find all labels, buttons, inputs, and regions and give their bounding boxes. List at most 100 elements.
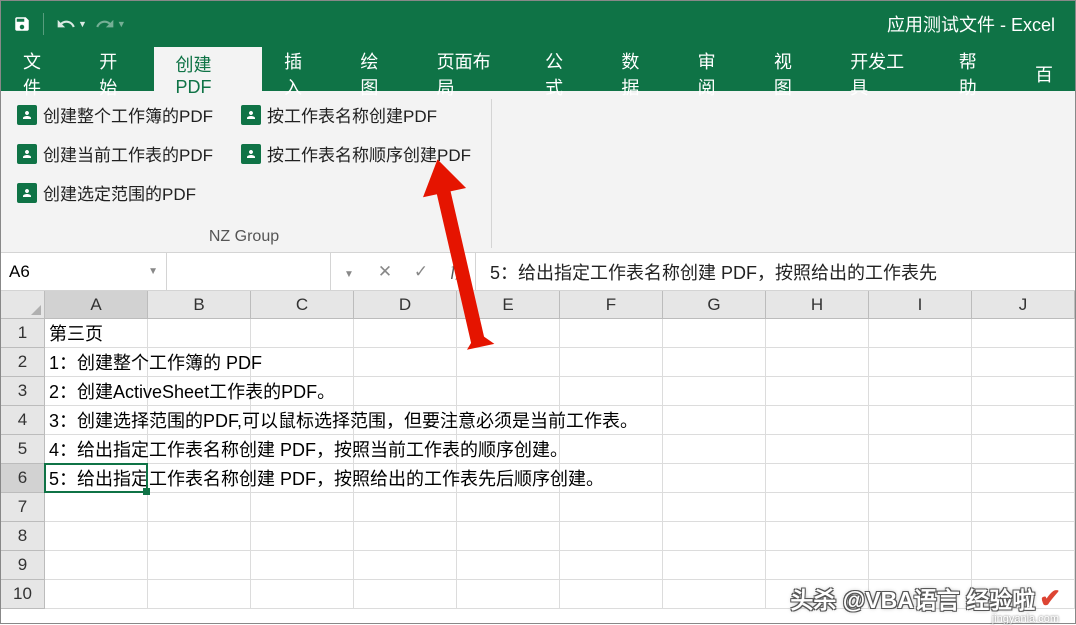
- cell[interactable]: [663, 464, 766, 492]
- col-header-D[interactable]: D: [354, 291, 457, 318]
- cell[interactable]: [663, 493, 766, 521]
- cell[interactable]: [766, 319, 869, 347]
- col-header-I[interactable]: I: [869, 291, 972, 318]
- cell[interactable]: [663, 580, 766, 608]
- col-header-F[interactable]: F: [560, 291, 663, 318]
- formula-enter[interactable]: ✓: [403, 262, 439, 282]
- cell[interactable]: [972, 406, 1075, 434]
- cell[interactable]: [457, 319, 560, 347]
- cell[interactable]: [354, 522, 457, 550]
- cell[interactable]: [663, 406, 766, 434]
- cell[interactable]: [560, 319, 663, 347]
- tab-review[interactable]: 审阅: [676, 47, 752, 91]
- cell[interactable]: [148, 580, 251, 608]
- cell[interactable]: [972, 348, 1075, 376]
- cell-A1[interactable]: 第三页: [45, 319, 148, 347]
- col-header-C[interactable]: C: [251, 291, 354, 318]
- col-header-A[interactable]: A: [45, 291, 148, 318]
- tab-formulas[interactable]: 公式: [523, 47, 599, 91]
- cell[interactable]: [869, 406, 972, 434]
- cell[interactable]: [45, 551, 148, 579]
- cell[interactable]: [766, 406, 869, 434]
- cell[interactable]: [251, 493, 354, 521]
- cell[interactable]: [251, 319, 354, 347]
- cell[interactable]: [457, 551, 560, 579]
- btn-create-by-sheetname-order-pdf[interactable]: 按工作表名称顺序创建PDF: [239, 138, 473, 169]
- btn-create-workbook-pdf[interactable]: 创建整个工作簿的PDF: [15, 99, 215, 130]
- fx-button[interactable]: fx: [439, 259, 475, 284]
- cell-A6[interactable]: 5：给出指定工作表名称创建 PDF，按照给出的工作表先后顺序创建。: [45, 464, 148, 492]
- btn-create-selection-pdf[interactable]: 创建选定范围的PDF: [15, 177, 198, 208]
- formula-dropdown[interactable]: ▼: [331, 262, 367, 282]
- cell[interactable]: [560, 377, 663, 405]
- cell[interactable]: [766, 377, 869, 405]
- cell[interactable]: [663, 435, 766, 463]
- cell[interactable]: [148, 522, 251, 550]
- tab-bai[interactable]: 百: [1013, 47, 1075, 91]
- cell[interactable]: [457, 522, 560, 550]
- cell[interactable]: [148, 551, 251, 579]
- cell[interactable]: [663, 522, 766, 550]
- cell[interactable]: [869, 348, 972, 376]
- cell[interactable]: [972, 464, 1075, 492]
- row-header-5[interactable]: 5: [1, 435, 45, 464]
- cell[interactable]: [560, 522, 663, 550]
- select-all-triangle[interactable]: [1, 291, 45, 319]
- cell[interactable]: [354, 493, 457, 521]
- formula-text[interactable]: 5：给出指定工作表名称创建 PDF，按照给出的工作表先: [476, 259, 1075, 285]
- cell[interactable]: [766, 522, 869, 550]
- cell-A5[interactable]: 4：给出指定工作表名称创建 PDF，按照当前工作表的顺序创建。: [45, 435, 148, 463]
- cell[interactable]: [251, 522, 354, 550]
- tab-insert[interactable]: 插入: [262, 47, 338, 91]
- cell[interactable]: [972, 493, 1075, 521]
- row-header-9[interactable]: 9: [1, 551, 45, 580]
- cell[interactable]: [45, 580, 148, 608]
- cell[interactable]: [457, 580, 560, 608]
- cell[interactable]: [148, 319, 251, 347]
- cell-A3[interactable]: 2：创建ActiveSheet工作表的PDF。: [45, 377, 148, 405]
- save-button[interactable]: [11, 13, 33, 35]
- cell[interactable]: [869, 522, 972, 550]
- cell[interactable]: [663, 551, 766, 579]
- cell[interactable]: [251, 551, 354, 579]
- row-header-8[interactable]: 8: [1, 522, 45, 551]
- cell[interactable]: [354, 551, 457, 579]
- cell[interactable]: [354, 348, 457, 376]
- cell[interactable]: [45, 493, 148, 521]
- col-header-G[interactable]: G: [663, 291, 766, 318]
- cell[interactable]: [560, 580, 663, 608]
- chevron-down-icon[interactable]: ▼: [148, 266, 158, 277]
- cell[interactable]: [766, 493, 869, 521]
- tab-developer[interactable]: 开发工具: [828, 47, 937, 91]
- cell[interactable]: [869, 319, 972, 347]
- row-header-4[interactable]: 4: [1, 406, 45, 435]
- cell[interactable]: [354, 580, 457, 608]
- redo-button[interactable]: ▼: [93, 12, 128, 36]
- col-header-E[interactable]: E: [457, 291, 560, 318]
- cell[interactable]: [457, 493, 560, 521]
- row-header-2[interactable]: 2: [1, 348, 45, 377]
- cell[interactable]: [251, 580, 354, 608]
- cell[interactable]: [457, 377, 560, 405]
- cell[interactable]: [869, 493, 972, 521]
- tab-view[interactable]: 视图: [752, 47, 828, 91]
- cell[interactable]: [560, 435, 663, 463]
- cell[interactable]: [354, 319, 457, 347]
- tab-pagelayout[interactable]: 页面布局: [415, 47, 524, 91]
- row-header-1[interactable]: 1: [1, 319, 45, 348]
- tab-help[interactable]: 帮助: [937, 47, 1013, 91]
- cell[interactable]: [972, 435, 1075, 463]
- cell[interactable]: [354, 377, 457, 405]
- cell[interactable]: [972, 377, 1075, 405]
- cell[interactable]: [766, 464, 869, 492]
- tab-draw[interactable]: 绘图: [338, 47, 414, 91]
- tab-home[interactable]: 开始: [77, 47, 153, 91]
- col-header-H[interactable]: H: [766, 291, 869, 318]
- cell[interactable]: [869, 551, 972, 579]
- cell[interactable]: [148, 493, 251, 521]
- cell[interactable]: [972, 522, 1075, 550]
- formula-cancel[interactable]: ✕: [367, 262, 403, 282]
- cell[interactable]: [663, 348, 766, 376]
- cell[interactable]: [45, 522, 148, 550]
- row-header-6[interactable]: 6: [1, 464, 45, 493]
